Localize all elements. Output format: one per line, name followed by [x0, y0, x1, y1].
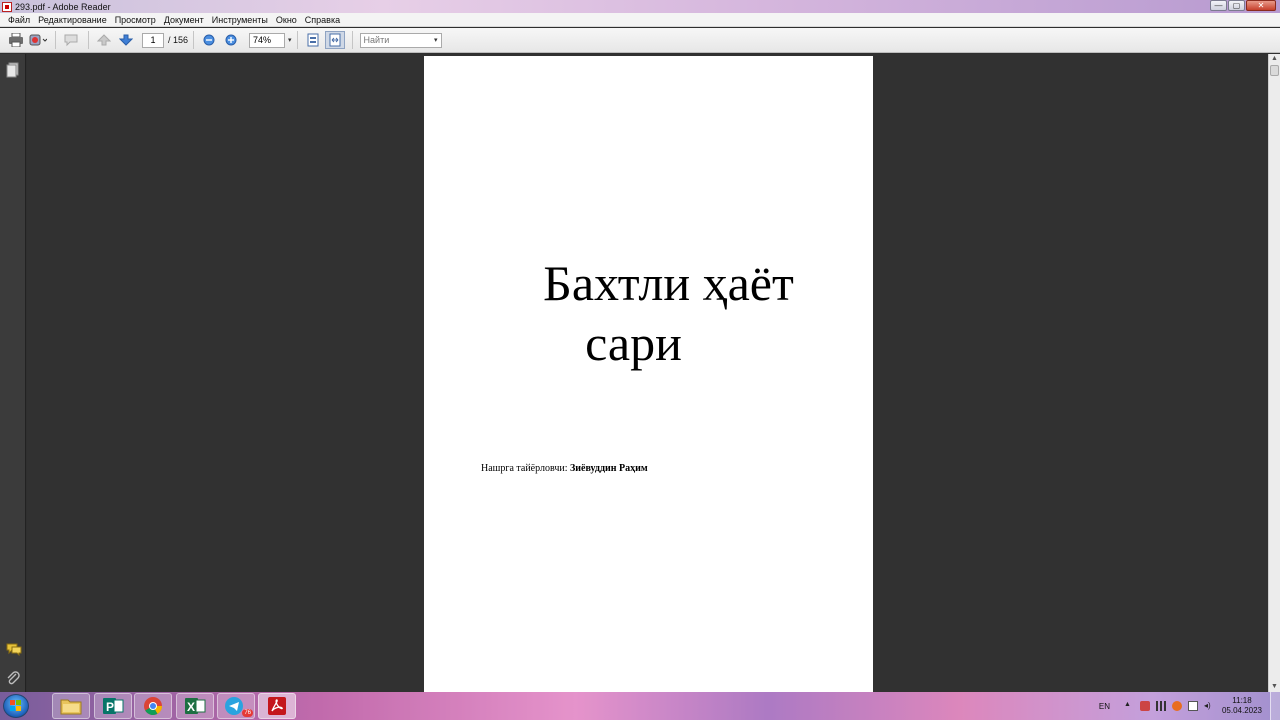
flag-icon[interactable]: [1188, 701, 1198, 711]
chevron-down-icon[interactable]: ▾: [434, 34, 438, 47]
page-total: / 156: [168, 35, 189, 45]
system-tray: EN ▲ ◂) 11:18 05.04.2023: [1099, 692, 1280, 720]
book-title: Бахтли ҳаёт сари: [424, 253, 873, 373]
language-indicator[interactable]: EN: [1099, 702, 1110, 711]
menu-edit[interactable]: Редактирование: [34, 15, 111, 25]
credit-line: Нашрга тайёрловчи: Зиёвуддин Раҳим: [481, 463, 648, 474]
find-input[interactable]: Найти ▾: [359, 32, 442, 48]
clock-time: 11:18: [1232, 696, 1252, 705]
toolbar-separator: [296, 31, 298, 49]
publisher-icon: P: [103, 698, 124, 714]
attachment-icon[interactable]: [6, 670, 20, 685]
clock[interactable]: 11:18 05.04.2023: [1220, 696, 1264, 716]
fit-width-icon[interactable]: [324, 31, 345, 49]
comment-icon[interactable]: [61, 31, 81, 49]
menu-document[interactable]: Документ: [160, 15, 208, 25]
menu-bar: Файл Редактирование Просмотр Документ Ин…: [0, 13, 1280, 27]
start-button[interactable]: [3, 694, 29, 718]
toolbar-separator: [351, 31, 353, 49]
show-desktop-button[interactable]: [1270, 692, 1280, 720]
adobe-reader-icon: [268, 697, 286, 715]
chevron-down-icon[interactable]: ▾: [288, 36, 292, 44]
taskbar-publisher[interactable]: P: [94, 693, 132, 719]
toolbar-separator: [193, 31, 195, 49]
zoom-out-icon[interactable]: [199, 31, 219, 49]
network-tray-icon[interactable]: [1140, 701, 1150, 711]
excel-icon: X: [185, 698, 206, 714]
menu-view[interactable]: Просмотр: [111, 15, 160, 25]
chrome-icon: [144, 697, 162, 716]
find-placeholder: Найти: [363, 34, 390, 45]
title-bar: 293.pdf - Adobe Reader — ▢ ✕: [0, 0, 1280, 13]
chevron-up-icon[interactable]: ▲: [1124, 701, 1134, 711]
menu-window[interactable]: Окно: [272, 15, 301, 25]
telegram-badge: 76: [242, 709, 253, 717]
zoom-level-select[interactable]: 74%: [249, 32, 286, 48]
scroll-thumb[interactable]: [1270, 65, 1279, 76]
window-controls: — ▢ ✕: [1210, 0, 1276, 11]
toolbar-separator: [88, 31, 89, 49]
toolbar-separator: [55, 31, 56, 49]
taskbar-telegram[interactable]: 76: [217, 693, 255, 719]
folder-icon: [60, 699, 82, 715]
pdf-app-icon: [2, 1, 12, 12]
zoom-level-value: 74%: [253, 34, 272, 45]
menu-tools[interactable]: Инструменты: [208, 15, 272, 25]
next-page-icon[interactable]: [116, 31, 136, 49]
credit-label: Нашрга тайёрловчи:: [481, 463, 568, 474]
taskbar-chrome[interactable]: [134, 693, 172, 719]
fit-page-icon[interactable]: [303, 31, 323, 49]
previous-page-icon[interactable]: [94, 31, 114, 49]
close-button[interactable]: ✕: [1246, 0, 1276, 11]
window-title: 293.pdf - Adobe Reader: [15, 1, 111, 12]
clock-date: 05.04.2023: [1221, 706, 1263, 715]
credit-name: Зиёвуддин Раҳим: [569, 463, 648, 474]
share-icon[interactable]: [28, 31, 48, 49]
page-number-input[interactable]: 1: [142, 32, 164, 48]
scroll-up-icon[interactable]: ▲: [1269, 54, 1280, 64]
pdf-page: Бахтли ҳаёт сари Нашрга тайёрловчи: Зиёв…: [424, 56, 873, 692]
taskbar: P X 76 EN ▲ ◂) 11:18 05.04.2023: [0, 692, 1280, 720]
zoom-in-icon[interactable]: [221, 31, 241, 49]
signal-icon[interactable]: [1156, 701, 1166, 711]
taskbar-explorer[interactable]: [52, 693, 90, 719]
menu-file[interactable]: Файл: [4, 15, 34, 25]
vertical-scrollbar[interactable]: ▲ ▼: [1268, 54, 1280, 692]
scroll-down-icon[interactable]: ▼: [1269, 682, 1280, 692]
taskbar-excel[interactable]: X: [176, 693, 214, 719]
document-area[interactable]: Бахтли ҳаёт сари Нашрга тайёрловчи: Зиёв…: [27, 54, 1268, 692]
maximize-button[interactable]: ▢: [1228, 0, 1245, 11]
navigation-panel: [0, 54, 26, 692]
taskbar-adobe-reader[interactable]: [258, 693, 296, 719]
menu-help[interactable]: Справка: [301, 15, 344, 25]
update-icon[interactable]: [1172, 701, 1182, 711]
svg-text:P: P: [106, 700, 114, 714]
book-title-line2: сари: [585, 315, 682, 371]
volume-icon[interactable]: ◂): [1204, 701, 1214, 711]
svg-text:X: X: [187, 700, 195, 714]
toolbar: 1 / 156 74% ▾ Найти ▾: [0, 28, 1280, 53]
pages-icon[interactable]: [6, 62, 20, 78]
comments-icon[interactable]: [6, 642, 22, 657]
print-icon[interactable]: [6, 31, 26, 49]
book-title-line1: Бахтли ҳаёт: [543, 255, 794, 311]
minimize-button[interactable]: —: [1210, 0, 1227, 11]
